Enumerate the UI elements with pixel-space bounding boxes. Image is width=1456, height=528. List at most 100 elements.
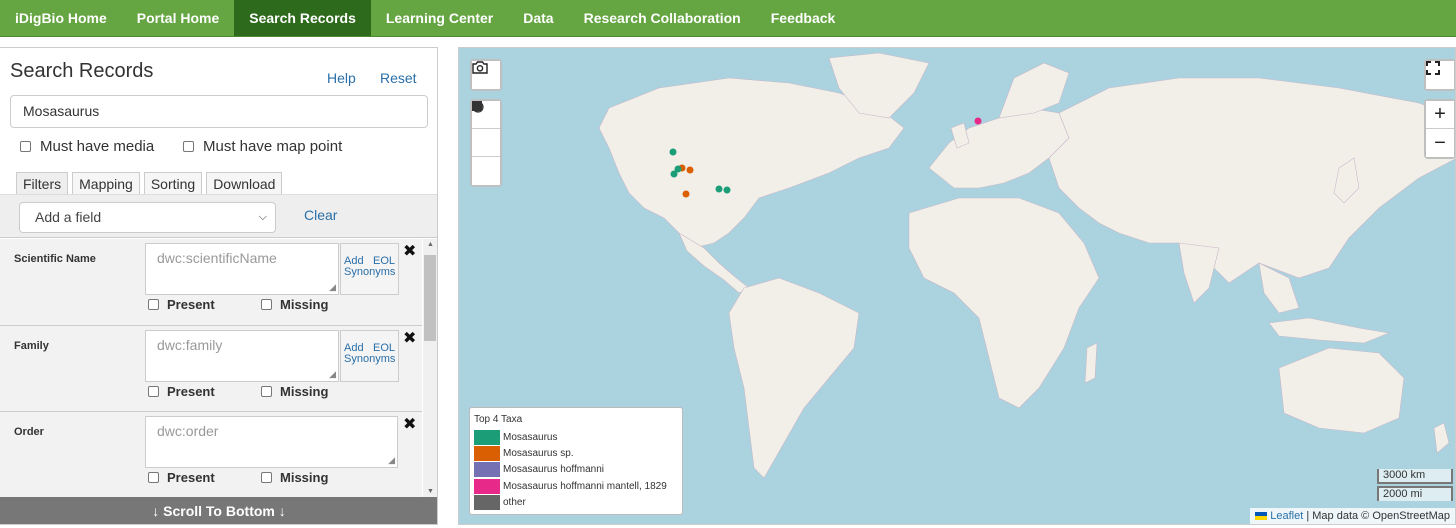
resize-handle-icon[interactable]: ◢ bbox=[329, 369, 336, 380]
filter-placeholder: dwc:order bbox=[157, 423, 219, 439]
remove-filter-icon[interactable]: ✖ bbox=[403, 414, 416, 434]
search-panel: Search Records Help Reset Mosasaurus Mus… bbox=[0, 47, 438, 525]
nav-feedback[interactable]: Feedback bbox=[756, 0, 851, 36]
present-checkbox[interactable] bbox=[148, 472, 159, 483]
zoom-out-button[interactable]: − bbox=[1426, 129, 1454, 157]
family-input[interactable]: dwc:family ◢ bbox=[145, 330, 339, 382]
panel-title: Search Records bbox=[10, 60, 154, 82]
scale-mi: 2000 mi bbox=[1377, 486, 1453, 501]
must-have-media-label: Must have media bbox=[40, 138, 155, 155]
scroll-down-icon[interactable]: ▼ bbox=[427, 488, 434, 495]
new-zealand-landmass bbox=[1433, 422, 1450, 454]
legend-label: other bbox=[503, 496, 526, 508]
legend-swatch bbox=[474, 429, 500, 445]
must-have-map-point-checkbox[interactable] bbox=[183, 141, 194, 152]
present-option[interactable]: Present bbox=[148, 384, 215, 399]
eol-synonyms-label: Synonyms bbox=[344, 353, 396, 365]
occurrence-map[interactable]: + − Top 4 Taxa Mosasaurus Mosasaurus sp.… bbox=[458, 47, 1456, 525]
occurrence-point bbox=[974, 117, 982, 125]
missing-option[interactable]: Missing bbox=[261, 384, 328, 399]
filter-row-family: Family dwc:family ◢ Add EOL Synonyms ✖ Pr… bbox=[0, 326, 422, 412]
legend-title: Top 4 Taxa bbox=[474, 414, 523, 425]
filter-label: Order bbox=[14, 426, 44, 438]
filter-label: Scientific Name bbox=[14, 253, 96, 265]
occurrence-point bbox=[686, 166, 694, 174]
add-eol-synonyms-button[interactable]: Add EOL Synonyms bbox=[340, 243, 399, 295]
leaflet-link[interactable]: Leaflet bbox=[1270, 510, 1303, 522]
nav-portal-home[interactable]: Portal Home bbox=[122, 0, 234, 36]
scroll-to-bottom-button[interactable]: ↓ Scroll To Bottom ↓ bbox=[0, 497, 437, 524]
nav-data[interactable]: Data bbox=[508, 0, 568, 36]
legend-item: Mosasaurus bbox=[474, 429, 678, 445]
legend-label: Mosasaurus bbox=[503, 431, 558, 443]
missing-option[interactable]: Missing bbox=[261, 297, 328, 312]
fullscreen-icon[interactable] bbox=[1426, 61, 1454, 89]
search-input[interactable]: Mosasaurus bbox=[10, 95, 428, 128]
filter-row-scientific-name: Scientific Name dwc:scientificName ◢ Add… bbox=[0, 239, 422, 326]
scroll-up-icon[interactable]: ▲ bbox=[427, 241, 434, 248]
must-have-map-point-label: Must have map point bbox=[203, 138, 343, 155]
map-attribution: Leaflet | Map data © OpenStreetMap bbox=[1250, 508, 1455, 524]
present-label: Present bbox=[167, 470, 215, 485]
draw-circle-icon[interactable] bbox=[472, 101, 500, 157]
must-have-media-option[interactable]: Must have media bbox=[20, 138, 154, 155]
zoom-in-button[interactable]: + bbox=[1426, 101, 1454, 129]
attribution-text: | Map data © OpenStreetMap bbox=[1303, 510, 1450, 522]
camera-icon[interactable] bbox=[472, 61, 500, 89]
occurrence-point bbox=[669, 148, 677, 156]
missing-option[interactable]: Missing bbox=[261, 470, 328, 485]
must-have-map-point-option[interactable]: Must have map point bbox=[183, 138, 342, 155]
nav-research-collaboration[interactable]: Research Collaboration bbox=[569, 0, 756, 36]
resize-handle-icon[interactable]: ◢ bbox=[388, 455, 395, 466]
tab-mapping[interactable]: Mapping bbox=[72, 172, 140, 195]
nav-search-records[interactable]: Search Records bbox=[234, 0, 371, 36]
australia-landmass bbox=[1278, 347, 1405, 434]
eol-synonyms-label: Synonyms bbox=[344, 266, 396, 278]
must-have-media-checkbox[interactable] bbox=[20, 141, 31, 152]
europe-landmass bbox=[928, 107, 1070, 189]
madagascar-landmass bbox=[1084, 342, 1098, 384]
present-checkbox[interactable] bbox=[148, 299, 159, 310]
scale-km: 3000 km bbox=[1377, 469, 1453, 484]
filter-placeholder: dwc:scientificName bbox=[157, 250, 277, 266]
scandinavia-landmass bbox=[998, 62, 1070, 119]
draw-empty-circle-icon[interactable] bbox=[472, 101, 500, 185]
occurrence-point bbox=[682, 190, 690, 198]
tab-sorting[interactable]: Sorting bbox=[143, 172, 203, 195]
occurrence-point bbox=[715, 185, 723, 193]
help-link[interactable]: Help bbox=[327, 70, 356, 86]
legend-label: Mosasaurus hoffmanni mantell, 1829 bbox=[503, 480, 667, 492]
present-option[interactable]: Present bbox=[148, 470, 215, 485]
missing-checkbox[interactable] bbox=[261, 472, 272, 483]
legend-swatch bbox=[474, 462, 500, 478]
add-field-select[interactable]: Add a field ⌵ bbox=[19, 202, 276, 233]
present-option[interactable]: Present bbox=[148, 297, 215, 312]
order-input[interactable]: dwc:order ◢ bbox=[145, 416, 398, 468]
legend-item: Mosasaurus hoffmanni mantell, 1829 bbox=[474, 478, 678, 494]
panel-tabs: Filters Mapping Sorting Download bbox=[16, 172, 283, 195]
add-eol-synonyms-button[interactable]: Add EOL Synonyms bbox=[340, 330, 399, 382]
tab-download[interactable]: Download bbox=[206, 172, 283, 195]
top-nav: iDigBio Home Portal Home Search Records … bbox=[0, 0, 1456, 37]
present-checkbox[interactable] bbox=[148, 386, 159, 397]
tab-filters[interactable]: Filters bbox=[16, 172, 69, 195]
clear-link[interactable]: Clear bbox=[304, 207, 337, 223]
missing-checkbox[interactable] bbox=[261, 386, 272, 397]
screenshot-control bbox=[470, 59, 502, 91]
reset-link[interactable]: Reset bbox=[380, 70, 417, 86]
nav-learning-center[interactable]: Learning Center bbox=[371, 0, 508, 36]
filter-list: Scientific Name dwc:scientificName ◢ Add… bbox=[0, 239, 422, 497]
draw-toolbar bbox=[470, 99, 502, 187]
add-field-bar: Add a field ⌵ Clear bbox=[0, 194, 437, 238]
scientific-name-input[interactable]: dwc:scientificName ◢ bbox=[145, 243, 339, 295]
filter-row-order: Order dwc:order ◢ ✖ Present Missing bbox=[0, 412, 422, 497]
missing-label: Missing bbox=[280, 297, 329, 312]
present-label: Present bbox=[167, 384, 215, 399]
resize-handle-icon[interactable]: ◢ bbox=[329, 282, 336, 293]
remove-filter-icon[interactable]: ✖ bbox=[403, 328, 416, 348]
remove-filter-icon[interactable]: ✖ bbox=[403, 241, 416, 261]
missing-checkbox[interactable] bbox=[261, 299, 272, 310]
filter-scrollbar[interactable]: ▲ ▼ bbox=[423, 239, 437, 497]
nav-idigbio-home[interactable]: iDigBio Home bbox=[0, 0, 122, 36]
scrollbar-thumb[interactable] bbox=[424, 255, 436, 341]
